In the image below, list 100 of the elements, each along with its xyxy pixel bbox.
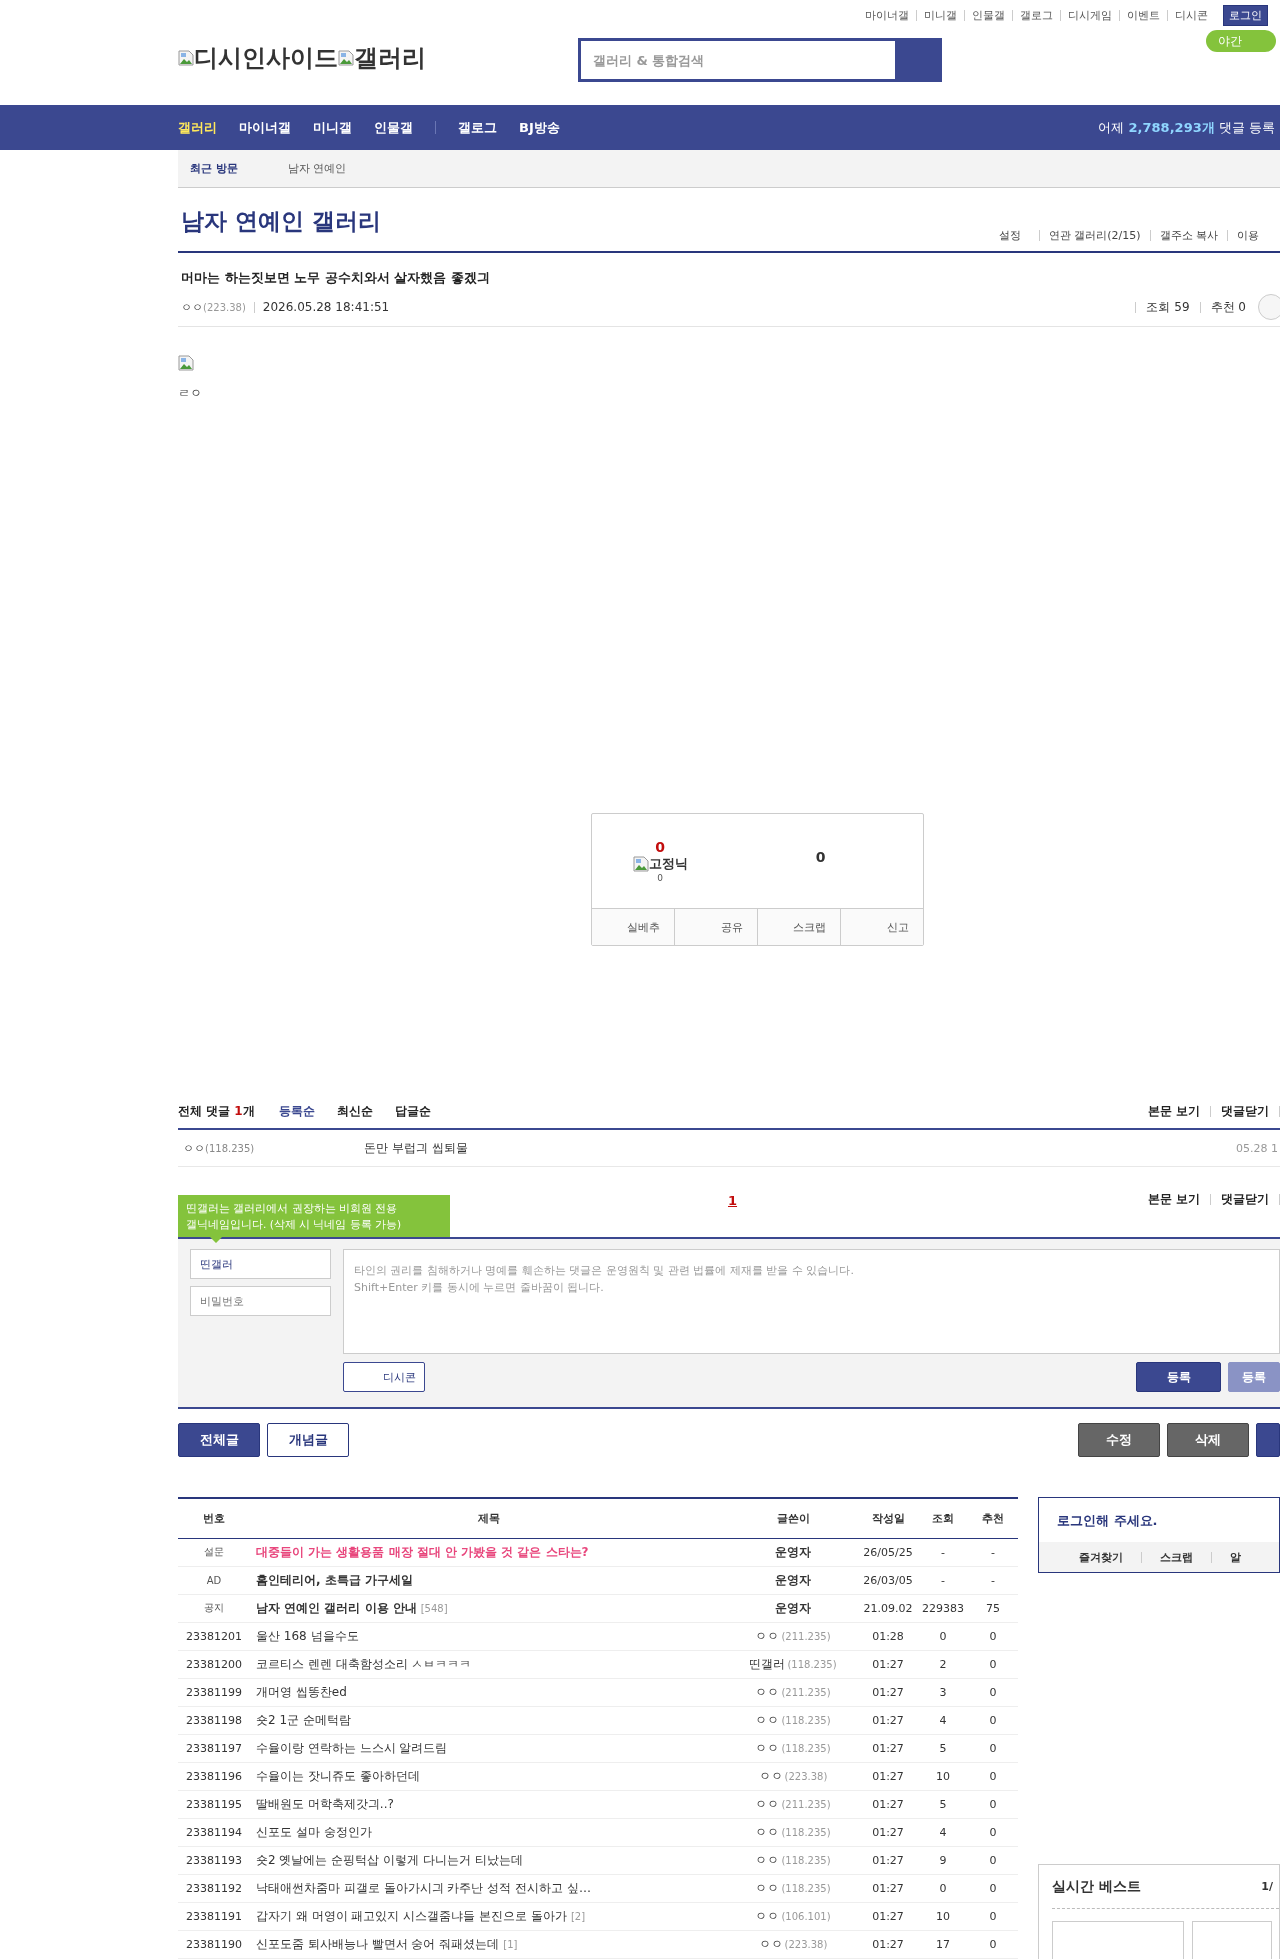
top-link[interactable]: 미니갤: [916, 9, 964, 21]
post-link[interactable]: 홈인테리어, 초특급 가구세일: [256, 1572, 413, 1587]
broken-image-icon: [178, 50, 194, 66]
best-page: 1/: [1261, 1880, 1273, 1893]
post-number: 설문: [178, 1538, 250, 1566]
comment-total: 전체 댓글 1개: [178, 1102, 255, 1120]
panel-link[interactable]: 스크랩: [1141, 1551, 1211, 1563]
post-link[interactable]: 개머영 씹똥찬ed: [256, 1684, 347, 1699]
view-count: 10: [918, 1762, 968, 1790]
view-count: -: [918, 1538, 968, 1566]
view-count: 5: [918, 1734, 968, 1762]
post-link[interactable]: 코르티스 렌렌 대축함성소리 ㅅㅂㅋㅋㅋ: [256, 1656, 472, 1671]
gallery-link[interactable]: 연관 갤러리(2/15): [1038, 230, 1150, 241]
panel-link[interactable]: 알: [1211, 1551, 1259, 1563]
action-button[interactable]: 신고: [840, 909, 923, 945]
nickname-field[interactable]: 띤갤러: [190, 1249, 331, 1279]
column-header: 제목: [250, 1498, 728, 1538]
post-link[interactable]: 남자 연예인 갤러리 이용 안내: [256, 1600, 417, 1615]
writer-name: ㅇㅇ: [758, 1768, 783, 1783]
reply-count: [548]: [420, 1602, 448, 1614]
dccon-button[interactable]: 디시콘: [343, 1362, 425, 1392]
gallery-link[interactable]: 갤주소 복사: [1149, 230, 1227, 241]
post-text: ㄹㅇ: [178, 385, 203, 402]
action-button[interactable]: 실베추: [592, 909, 674, 945]
post-link[interactable]: 신포도줌 퇴사배능나 빨면서 숭어 줘패셨는데: [256, 1936, 500, 1951]
nav-tab[interactable]: 인물갤: [374, 118, 413, 137]
post-link[interactable]: 신포도 설마 숭정인가: [256, 1824, 372, 1839]
post-link[interactable]: 수율이는 잣니쥬도 좋아하던데: [256, 1768, 420, 1783]
post-date: 01:27: [858, 1846, 918, 1874]
writer-name: 운영자: [775, 1544, 811, 1559]
reply-count: [2]: [570, 1910, 586, 1922]
recommend-count: 0: [968, 1790, 1018, 1818]
post-link[interactable]: 낙태애썬차줌마 피갤로 돌아가시긔 카주난 성적 전시하고 싶…: [256, 1880, 591, 1895]
post-link[interactable]: 갑자기 왜 머영이 패고있지 시스갤줌냐들 본진으로 돌아가: [256, 1908, 567, 1923]
login-message: 로그인해 주세요.: [1056, 1512, 1159, 1530]
top-link[interactable]: 디시게임: [1060, 9, 1119, 21]
top-link[interactable]: 인물갤: [964, 9, 1012, 21]
recommend-count: 0: [968, 1818, 1018, 1846]
top-link[interactable]: 이벤트: [1119, 9, 1167, 21]
writer-name: 운영자: [775, 1600, 811, 1615]
post-number: 23381197: [178, 1734, 250, 1762]
post-link[interactable]: 울산 168 넘을수도: [256, 1628, 359, 1643]
recent-link[interactable]: 남자 연예인: [287, 161, 347, 176]
page-link[interactable]: 1: [728, 1193, 738, 1208]
view-count: 조회 59: [1135, 301, 1200, 313]
recommend-count: -: [968, 1566, 1018, 1594]
nav-tab[interactable]: 갤러리: [178, 118, 217, 137]
post-date: 01:27: [858, 1706, 918, 1734]
post-date: 01:27: [858, 1902, 918, 1930]
panel-link[interactable]: 즐겨찾기: [1079, 1551, 1141, 1563]
post-link[interactable]: 대중들이 가는 생활용품 매장 절대 안 가봤을 것 같은 스타는?: [256, 1544, 589, 1559]
sort-tab[interactable]: 답글순: [394, 1102, 431, 1120]
writer-name: ㅇㅇ: [758, 1936, 783, 1951]
password-field[interactable]: 비밀번호: [190, 1286, 331, 1316]
comment-field[interactable]: 타인의 권리를 침해하거나 명예를 훼손하는 댓글은 운영원칙 및 관련 법률에 제재를 받을 수 있습니다. Shift+Enter 키를 동시에 누르면 줄바꿈이 됩니다.: [343, 1249, 1280, 1354]
post-link[interactable]: 숏2 옛날에는 순핑턱삽 이렇게 다니는거 티났는데: [256, 1852, 523, 1867]
top-link[interactable]: 갤로그: [1012, 9, 1060, 21]
post-link[interactable]: 숏2 1군 순메턱람: [256, 1712, 351, 1727]
top-link[interactable]: 마이너갤: [858, 9, 916, 21]
writer-ip: (118.235): [781, 1826, 831, 1838]
post-action-button[interactable]: 삭제: [1167, 1423, 1249, 1457]
top-link[interactable]: 디시콘: [1167, 9, 1215, 21]
list-tab[interactable]: 개념글: [267, 1423, 349, 1457]
post-action-button[interactable]: 수정: [1078, 1423, 1160, 1457]
post-link[interactable]: 수율이랑 연락하는 느스시 알려드림: [256, 1740, 448, 1755]
view-count: 10: [918, 1902, 968, 1930]
post-date: 01:27: [858, 1762, 918, 1790]
action-button[interactable]: 스크랩: [757, 909, 840, 945]
gallery-link[interactable]: 설정: [989, 230, 1039, 241]
action-button[interactable]: 공유: [674, 909, 757, 945]
comment-link[interactable]: 댓글닫기: [1211, 1105, 1280, 1117]
comment-link[interactable]: 댓글닫기: [1211, 1193, 1280, 1205]
post-date: 01:27: [858, 1650, 918, 1678]
sort-tab[interactable]: 최신순: [336, 1102, 373, 1120]
search-field[interactable]: 갤러리 & 통합검색: [578, 38, 942, 82]
gallery-link[interactable]: 이용: [1227, 230, 1268, 241]
recent-label: 최근 방문: [190, 161, 238, 176]
nav-tab[interactable]: 마이너갤: [239, 118, 291, 137]
nav-tab[interactable]: BJ방송: [519, 118, 560, 137]
comment-link[interactable]: 본문 보기: [1137, 1193, 1211, 1205]
login-button[interactable]: 로그인: [1223, 4, 1268, 26]
view-count: 17: [918, 1930, 968, 1958]
sort-tab[interactable]: 등록순: [278, 1102, 315, 1120]
submit-button[interactable]: 등록: [1136, 1362, 1221, 1392]
list-tab[interactable]: 전체글: [178, 1423, 260, 1457]
post-date: 21.09.02: [858, 1594, 918, 1622]
writer-ip: (118.235): [781, 1854, 831, 1866]
comment-button[interactable]: [1258, 294, 1280, 320]
column-header: 작성일: [858, 1498, 918, 1538]
recommend-count: 0: [968, 1762, 1018, 1790]
nav-tab[interactable]: 갤로그: [458, 118, 497, 137]
view-count: 4: [918, 1706, 968, 1734]
recommend-count: 0: [968, 1622, 1018, 1650]
write-button[interactable]: [1256, 1423, 1280, 1457]
comment-link[interactable]: 본문 보기: [1137, 1105, 1211, 1117]
recommend-count: -: [968, 1538, 1018, 1566]
post-link[interactable]: 딸배원도 머학축제갓긔..?: [256, 1796, 394, 1811]
nav-tab[interactable]: 미니갤: [313, 118, 352, 137]
writer-ip: (223.38): [784, 1938, 828, 1950]
post-number: 23381193: [178, 1846, 250, 1874]
